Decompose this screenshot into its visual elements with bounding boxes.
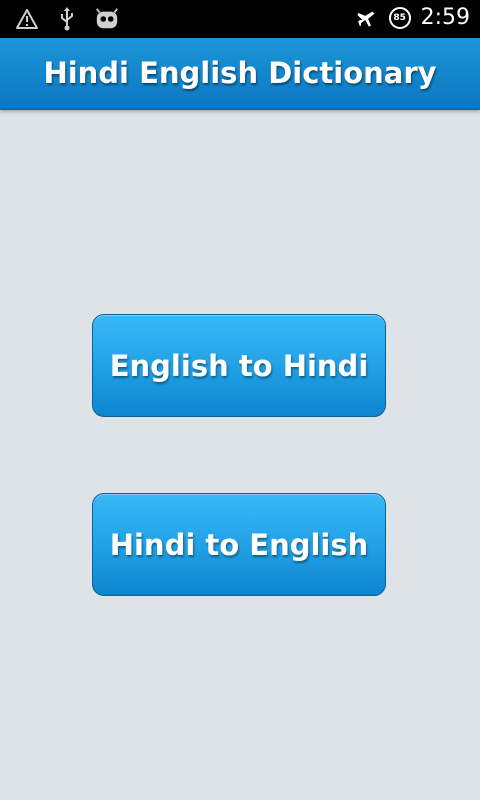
usb-icon (54, 6, 80, 32)
english-to-hindi-button[interactable]: English to Hindi (92, 314, 386, 417)
hindi-to-english-button[interactable]: Hindi to English (92, 493, 386, 596)
status-bar-notifications (14, 6, 120, 32)
battery-level: 85 (393, 13, 406, 23)
battery-icon: 85 (388, 7, 411, 29)
app-title-bar: Hindi English Dictionary (0, 38, 480, 110)
status-bar-system: 85 2:59 (353, 4, 470, 32)
warning-icon (14, 6, 40, 32)
hindi-to-english-label: Hindi to English (109, 527, 369, 562)
status-bar: 85 2:59 (0, 0, 480, 38)
page-title: Hindi English Dictionary (43, 56, 437, 90)
android-robot-icon (94, 6, 120, 32)
status-bar-clock: 2:59 (420, 5, 470, 30)
airplane-mode-icon (353, 5, 379, 31)
english-to-hindi-label: English to Hindi (109, 348, 369, 383)
